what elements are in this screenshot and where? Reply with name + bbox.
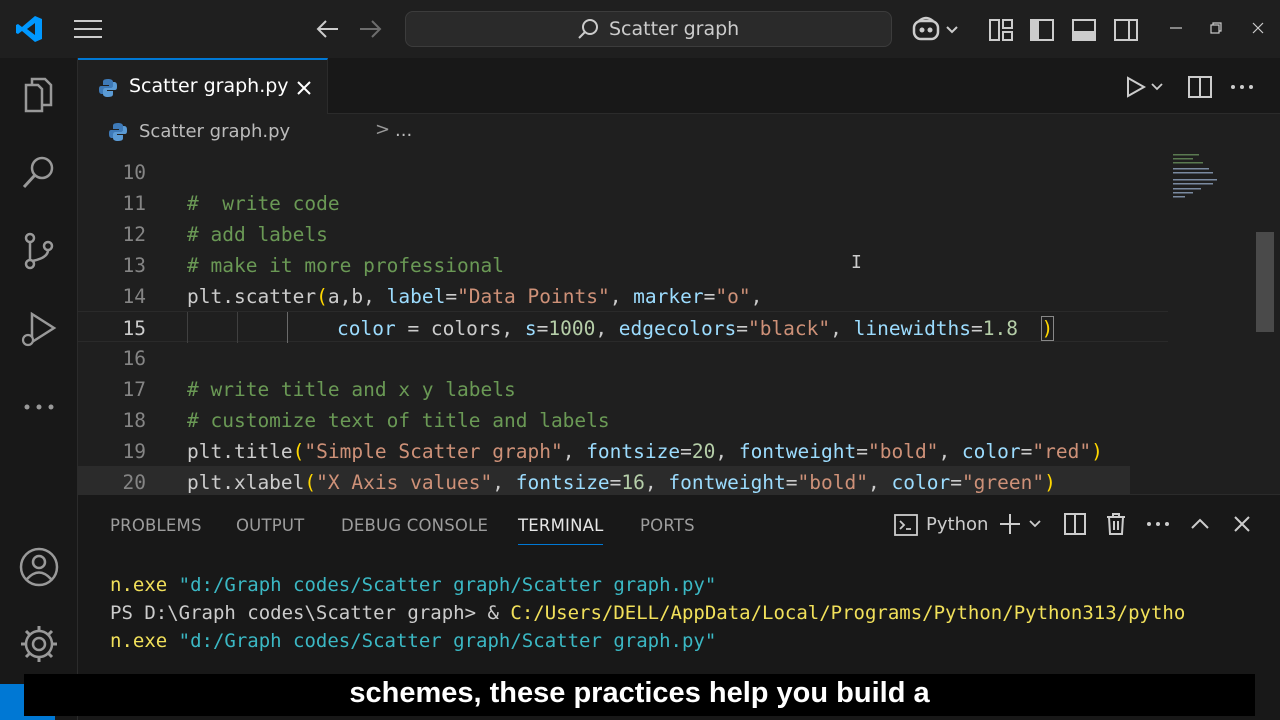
title-bar: Scatter graph: [0, 0, 1280, 58]
command-center-search[interactable]: Scatter graph: [405, 11, 892, 47]
code-line: 18 # customize text of title and labels: [78, 404, 1168, 435]
run-and-debug-icon[interactable]: [18, 308, 60, 350]
line-number: 15: [122, 317, 146, 340]
code-line: 19 plt.title("Simple Scatter graph", fon…: [78, 435, 1168, 466]
code-text: plt.title("Simple Scatter graph", fontsi…: [187, 440, 1103, 463]
search-icon: [576, 17, 600, 41]
run-python-file-icon[interactable]: [1124, 74, 1163, 100]
code-line: 11 # write code: [78, 187, 1168, 218]
terminal-line: PS D:\Graph codes\Scatter graph> & C:/Us…: [110, 602, 1186, 624]
line-number: 18: [122, 409, 146, 432]
terminal-output[interactable]: n.exe "d:/Graph codes/Scatter graph/Scat…: [110, 571, 1185, 655]
code-line-current: 15 color = colors, s=1000, edgecolors="b…: [78, 311, 1168, 343]
tab-ports[interactable]: PORTS: [640, 516, 695, 535]
tab-problems[interactable]: PROBLEMS: [110, 516, 202, 535]
code-text: plt.scatter(a,b, label="Data Points", ma…: [187, 285, 763, 308]
toggle-primary-sidebar-icon[interactable]: [1028, 16, 1056, 44]
more-actions-icon[interactable]: [1228, 74, 1256, 100]
code-comment: # add labels: [187, 223, 328, 246]
python-file-icon: [108, 122, 128, 142]
vscode-logo-icon: [14, 14, 44, 44]
code-comment: # customize text of title and labels: [187, 409, 610, 432]
split-terminal-icon[interactable]: [1062, 511, 1088, 537]
arrow-left-icon[interactable]: [314, 15, 342, 43]
code-line: 20 plt.xlabel("X Axis values", fontsize=…: [78, 466, 1130, 494]
indent-guide: [287, 312, 288, 343]
accounts-icon[interactable]: [18, 546, 60, 588]
breadcrumb: Scatter graph.py > ...: [78, 114, 1280, 152]
terminal-line: n.exe "d:/Graph codes/Scatter graph/Scat…: [110, 574, 717, 596]
code-line: 10: [78, 156, 1168, 187]
breadcrumb-symbols[interactable]: ...: [395, 120, 412, 141]
more-actions-icon[interactable]: [1145, 511, 1171, 537]
line-number: 11: [122, 192, 146, 215]
settings-gear-icon[interactable]: [18, 623, 60, 665]
split-editor-icon[interactable]: [1186, 74, 1214, 100]
minimap[interactable]: [1170, 152, 1260, 494]
line-number: 20: [122, 471, 146, 494]
arrow-right-icon[interactable]: [356, 15, 384, 43]
close-window-icon[interactable]: [1248, 18, 1268, 38]
tab-debug-console[interactable]: DEBUG CONSOLE: [341, 516, 488, 535]
active-tab-indicator: [518, 544, 603, 545]
toggle-secondary-sidebar-icon[interactable]: [1112, 16, 1140, 44]
line-number: 14: [122, 285, 146, 308]
new-terminal-icon[interactable]: [998, 511, 1048, 537]
video-subtitle: schemes, these practices help you build …: [24, 674, 1255, 716]
tab-scatter-graph-py[interactable]: Scatter graph.py: [78, 58, 328, 115]
code-editor[interactable]: 10 11 # write code 12 # add labels 13 # …: [78, 152, 1280, 494]
customize-layout-icon[interactable]: [987, 16, 1015, 44]
breadcrumb-file[interactable]: Scatter graph.py: [139, 121, 290, 142]
code-comment: # write code: [187, 192, 340, 215]
line-number: 12: [122, 223, 146, 246]
minimize-icon[interactable]: [1166, 18, 1186, 38]
code-line: 16: [78, 342, 1168, 373]
mouse-cursor-icon: I: [851, 252, 862, 273]
line-number: 19: [122, 440, 146, 463]
python-file-icon: [98, 78, 118, 98]
toggle-panel-icon[interactable]: [1070, 16, 1098, 44]
source-control-icon[interactable]: [18, 230, 60, 272]
menu-icon[interactable]: [72, 17, 104, 41]
explorer-icon[interactable]: [18, 75, 60, 117]
command-center-label: Scatter graph: [609, 18, 740, 40]
trash-icon[interactable]: [1103, 511, 1129, 537]
code-comment: # make it more professional: [187, 254, 504, 277]
more-icon[interactable]: [18, 386, 60, 428]
code-comment: # write title and x y labels: [187, 378, 516, 401]
tab-terminal[interactable]: TERMINAL: [518, 516, 604, 535]
terminal-line: n.exe "d:/Graph codes/Scatter graph/Scat…: [110, 630, 717, 652]
code-line: 17 # write title and x y labels: [78, 373, 1168, 404]
search-icon[interactable]: [18, 151, 60, 193]
maximize-panel-icon[interactable]: [1187, 511, 1213, 537]
code-text: plt.xlabel("X Axis values", fontsize=16,…: [187, 471, 1056, 494]
code-line: 13 # make it more professional: [78, 249, 1168, 280]
terminal-selector[interactable]: Python: [894, 511, 1012, 539]
vertical-scrollbar[interactable]: [1256, 232, 1274, 332]
indent-guide: [237, 312, 238, 343]
subtitle-text: schemes, these practices help you build …: [349, 677, 930, 709]
tab-label: Scatter graph.py: [129, 75, 289, 97]
copilot-icon[interactable]: [912, 15, 962, 43]
code-text: color = colors, s=1000, edgecolors="blac…: [337, 316, 1055, 341]
indent-guide: [187, 312, 188, 343]
terminal-name: Python: [926, 514, 989, 535]
code-line: 12 # add labels: [78, 218, 1168, 249]
tab-output[interactable]: OUTPUT: [236, 516, 304, 535]
terminal-icon: [894, 513, 918, 537]
line-number: 16: [122, 347, 146, 370]
editor-tab-bar: Scatter graph.py: [78, 58, 1280, 115]
breadcrumb-separator: >: [375, 119, 391, 140]
code-line: 14 plt.scatter(a,b, label="Data Points",…: [78, 280, 1168, 311]
activity-bar: [0, 58, 78, 720]
line-number: 13: [122, 254, 146, 277]
line-number: 17: [122, 378, 146, 401]
line-number: 10: [122, 161, 146, 184]
restore-icon[interactable]: [1206, 18, 1226, 38]
close-panel-icon[interactable]: [1229, 511, 1255, 537]
close-tab-icon[interactable]: [293, 77, 315, 99]
